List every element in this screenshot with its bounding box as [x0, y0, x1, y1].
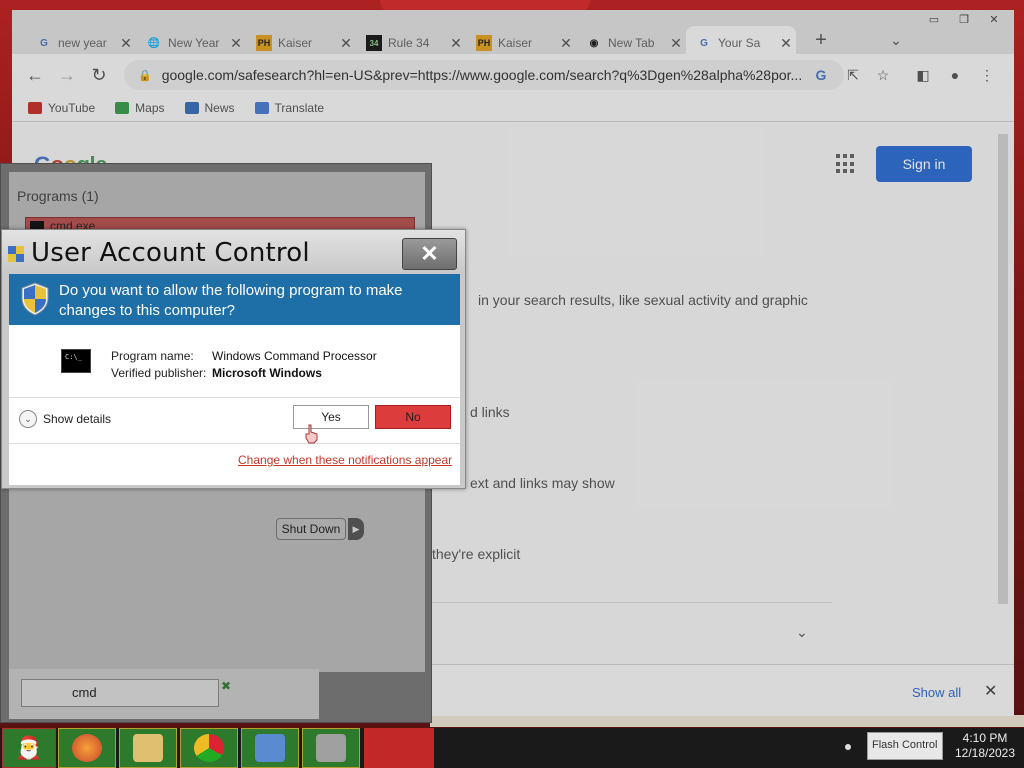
close-button[interactable]: ✕ — [402, 238, 457, 270]
uac-titlebar: User Account Control ✕ — [2, 230, 465, 274]
shield-icon — [21, 282, 49, 316]
publisher-label: Verified publisher: — [111, 366, 207, 380]
taskbar-computer[interactable] — [241, 728, 299, 768]
taskbar-app[interactable] — [302, 728, 360, 768]
uac-body: C:\_ Program name: Windows Command Proce… — [9, 325, 460, 485]
clock-date: 12/18/2023 — [954, 746, 1016, 760]
divider — [9, 397, 460, 398]
uac-dialog: User Account Control ✕ Do you want to al… — [1, 229, 466, 489]
command-prompt-icon: C:\_ — [61, 349, 91, 373]
taskbar-firefox[interactable] — [58, 728, 116, 768]
chrome-icon — [194, 734, 224, 762]
uac-title: User Account Control — [31, 238, 310, 268]
tray-icon[interactable] — [845, 744, 851, 750]
uac-question: Do you want to allow the following progr… — [59, 282, 403, 319]
tray-notification[interactable]: Flash Control — [867, 732, 943, 760]
wall-icon — [316, 734, 346, 762]
firefox-icon — [72, 734, 102, 762]
taskbar-chrome[interactable] — [180, 728, 238, 768]
computer-icon — [255, 734, 285, 762]
change-notifications-link[interactable]: Change when these notifications appear — [238, 453, 452, 467]
show-details-toggle[interactable]: ⌄ Show details — [19, 410, 111, 428]
santa-icon: 🎅 — [15, 735, 43, 760]
clock-time: 4:10 PM — [962, 731, 1008, 745]
taskbar-explorer[interactable] — [119, 728, 177, 768]
chevron-down-icon: ⌄ — [19, 410, 37, 428]
publisher-value: Microsoft Windows — [212, 366, 322, 380]
divider — [9, 443, 460, 444]
no-button[interactable]: No — [375, 405, 451, 429]
program-name-value: Windows Command Processor — [212, 349, 377, 363]
mouse-cursor-icon — [305, 424, 318, 444]
show-details-label: Show details — [43, 412, 112, 426]
taskbar-decoration — [364, 728, 434, 768]
uac-header: Do you want to allow the following progr… — [9, 274, 460, 325]
taskbar: 🎅 Flash Control 4:10 PM 12/18/2023 — [0, 728, 1024, 768]
program-name-label: Program name: — [111, 349, 194, 363]
start-button[interactable]: 🎅 — [2, 728, 56, 768]
uac-shield-small-icon — [8, 246, 24, 262]
folder-icon — [133, 734, 163, 762]
clock[interactable]: 4:10 PM 12/18/2023 — [950, 731, 1020, 761]
